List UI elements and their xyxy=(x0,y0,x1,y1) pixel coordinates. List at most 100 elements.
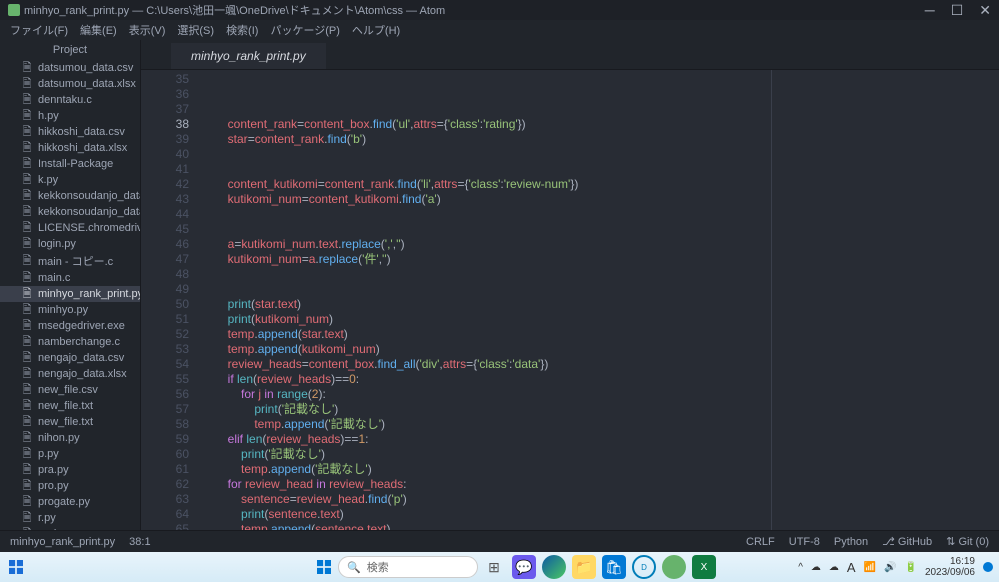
file-tree-item[interactable]: 🗎progate.py xyxy=(0,494,140,510)
taskbar-atom[interactable] xyxy=(662,555,686,579)
file-tree-item[interactable]: 🗎 main - コピー.c xyxy=(0,252,140,270)
menu-view[interactable]: 表示(V) xyxy=(123,20,172,40)
close-button[interactable]: ✕ xyxy=(979,2,991,19)
statusbar: minhyo_rank_print.py 38:1 CRLF UTF-8 Pyt… xyxy=(0,530,999,552)
taskbar-excel[interactable]: X xyxy=(692,555,716,579)
file-tree-item[interactable]: 🗎rank.py xyxy=(0,526,140,530)
status-eol[interactable]: CRLF xyxy=(746,536,775,548)
taskbar-explorer[interactable]: 📁 xyxy=(572,555,596,579)
file-name-label: new_file.txt xyxy=(38,416,93,428)
taskbar-search[interactable]: 🔍 検索 xyxy=(338,556,478,578)
status-language[interactable]: Python xyxy=(834,536,868,548)
tray-chevron-icon[interactable]: ^ xyxy=(798,562,803,573)
tray-battery-icon[interactable]: 🔋 xyxy=(904,562,916,573)
minimize-button[interactable]: ─ xyxy=(925,2,935,19)
file-icon: 🗎 xyxy=(20,319,34,333)
taskbar-dell[interactable]: D xyxy=(632,555,656,579)
file-name-label: main - コピー.c xyxy=(38,253,113,269)
file-icon: 🗎 xyxy=(20,399,34,413)
file-icon: 🗎 xyxy=(20,61,34,75)
file-icon: 🗎 xyxy=(20,254,34,268)
editor-content[interactable]: 3536373839404142434445464748495051525354… xyxy=(141,70,999,530)
menu-edit[interactable]: 編集(E) xyxy=(74,20,123,40)
file-name-label: progate.py xyxy=(38,496,90,508)
file-icon: 🗎 xyxy=(20,77,34,91)
file-name-label: main.c xyxy=(38,272,70,284)
code-area[interactable]: content_rank=content_box.find('ul',attrs… xyxy=(201,70,999,530)
tray-weather-icon[interactable]: ☁ xyxy=(829,562,839,573)
file-tree-item[interactable]: 🗎minhyo_rank_print.py xyxy=(0,286,140,302)
menu-select[interactable]: 選択(S) xyxy=(171,20,220,40)
taskbar-edge[interactable] xyxy=(542,555,566,579)
widgets-button[interactable] xyxy=(6,557,26,577)
editor-panel: minhyo_rank_print.py 3536373839404142434… xyxy=(141,40,999,530)
file-tree-item[interactable]: 🗎 datsumou_data.csv xyxy=(0,60,140,76)
file-tree-item[interactable]: 🗎denntaku.c xyxy=(0,92,140,108)
status-github[interactable]: ⎇ GitHub xyxy=(882,535,932,548)
taskbar-task-view[interactable]: ⊞ xyxy=(482,555,506,579)
file-tree-item[interactable]: 🗎nengajo_data.csv xyxy=(0,350,140,366)
file-tree-item[interactable]: 🗎hikkoshi_data.xlsx xyxy=(0,140,140,156)
tray-volume-icon[interactable]: 🔊 xyxy=(884,562,896,573)
file-name-label: nihon.py xyxy=(38,432,80,444)
file-icon: 🗎 xyxy=(20,205,34,219)
ruler-line xyxy=(771,70,772,530)
file-name-label: new_file.txt xyxy=(38,400,93,412)
file-name-label: msedgedriver.exe xyxy=(38,320,125,332)
file-icon: 🗎 xyxy=(20,157,34,171)
file-tree-item[interactable]: 🗎kekkonsoudanjo_data.csv xyxy=(0,188,140,204)
tray-notifications-icon[interactable] xyxy=(983,562,993,572)
file-tree-item[interactable]: 🗎pro.py xyxy=(0,478,140,494)
taskbar-store[interactable]: 🛍 xyxy=(602,555,626,579)
tab-active[interactable]: minhyo_rank_print.py xyxy=(171,43,326,69)
menu-help[interactable]: ヘルプ(H) xyxy=(346,20,406,40)
file-tree-item[interactable]: 🗎main.c xyxy=(0,270,140,286)
status-git[interactable]: ⇅ Git (0) xyxy=(946,535,989,548)
file-tree-item[interactable]: 🗎r.py xyxy=(0,510,140,526)
menu-packages[interactable]: パッケージ(P) xyxy=(264,20,345,40)
file-tree-item[interactable]: 🗎datsumou_data.xlsx xyxy=(0,76,140,92)
file-tree-item[interactable]: 🗎login.py xyxy=(0,236,140,252)
file-tree-item[interactable]: 🗎 msedgedriver.exe xyxy=(0,318,140,334)
file-tree-item[interactable]: 🗎Install-Package xyxy=(0,156,140,172)
file-tree-item[interactable]: 🗎kekkonsoudanjo_data.xlsx xyxy=(0,204,140,220)
file-icon: 🗎 xyxy=(20,221,34,235)
file-tree-item[interactable]: 🗎k.py xyxy=(0,172,140,188)
menubar: ファイル(F) 編集(E) 表示(V) 選択(S) 検索(I) パッケージ(P)… xyxy=(0,20,999,40)
status-filename[interactable]: minhyo_rank_print.py xyxy=(10,536,115,548)
file-name-label: r.py xyxy=(38,512,56,524)
file-tree-item[interactable]: 🗎p.py xyxy=(0,446,140,462)
tray-wifi-icon[interactable]: 📶 xyxy=(864,562,876,573)
file-name-label: hikkoshi_data.csv xyxy=(38,126,125,138)
file-name-label: pro.py xyxy=(38,480,69,492)
file-name-label: login.py xyxy=(38,238,76,250)
file-tree-item[interactable]: 🗎LICENSE.chromedriver xyxy=(0,220,140,236)
file-tree-item[interactable]: 🗎namberchange.c xyxy=(0,334,140,350)
taskbar-app-1[interactable]: 💬 xyxy=(512,555,536,579)
sidebar-header: Project xyxy=(0,40,140,60)
status-encoding[interactable]: UTF-8 xyxy=(789,536,820,548)
file-icon: 🗎 xyxy=(20,367,34,381)
status-position[interactable]: 38:1 xyxy=(129,536,150,548)
file-tree-item[interactable]: 🗎minhyo.py xyxy=(0,302,140,318)
start-button[interactable] xyxy=(314,557,334,577)
file-tree-item[interactable]: 🗎nihon.py xyxy=(0,430,140,446)
file-name-label: h.py xyxy=(38,110,59,122)
file-tree-item[interactable]: 🗎nengajo_data.xlsx xyxy=(0,366,140,382)
tray-clock[interactable]: 16:19 2023/09/06 xyxy=(925,556,975,578)
file-tree-item[interactable]: 🗎 new_file.txt xyxy=(0,414,140,430)
menu-search[interactable]: 検索(I) xyxy=(220,20,264,40)
file-name-label: datsumou_data.csv xyxy=(38,62,133,74)
maximize-button[interactable]: ☐ xyxy=(951,2,964,19)
file-tree-item[interactable]: 🗎 new_file.txt xyxy=(0,398,140,414)
file-tree-item[interactable]: 🗎h.py xyxy=(0,108,140,124)
file-icon: 🗎 xyxy=(20,141,34,155)
file-tree-item[interactable]: 🗎pra.py xyxy=(0,462,140,478)
file-icon: 🗎 xyxy=(20,415,34,429)
tray-onedrive-icon[interactable]: ☁ xyxy=(811,562,821,573)
window-title: minhyo_rank_print.py — C:\Users\池田一颯\One… xyxy=(24,2,445,18)
menu-file[interactable]: ファイル(F) xyxy=(4,20,74,40)
file-tree-item[interactable]: 🗎hikkoshi_data.csv xyxy=(0,124,140,140)
file-tree-item[interactable]: 🗎new_file.csv xyxy=(0,382,140,398)
file-icon: 🗎 xyxy=(20,335,34,349)
